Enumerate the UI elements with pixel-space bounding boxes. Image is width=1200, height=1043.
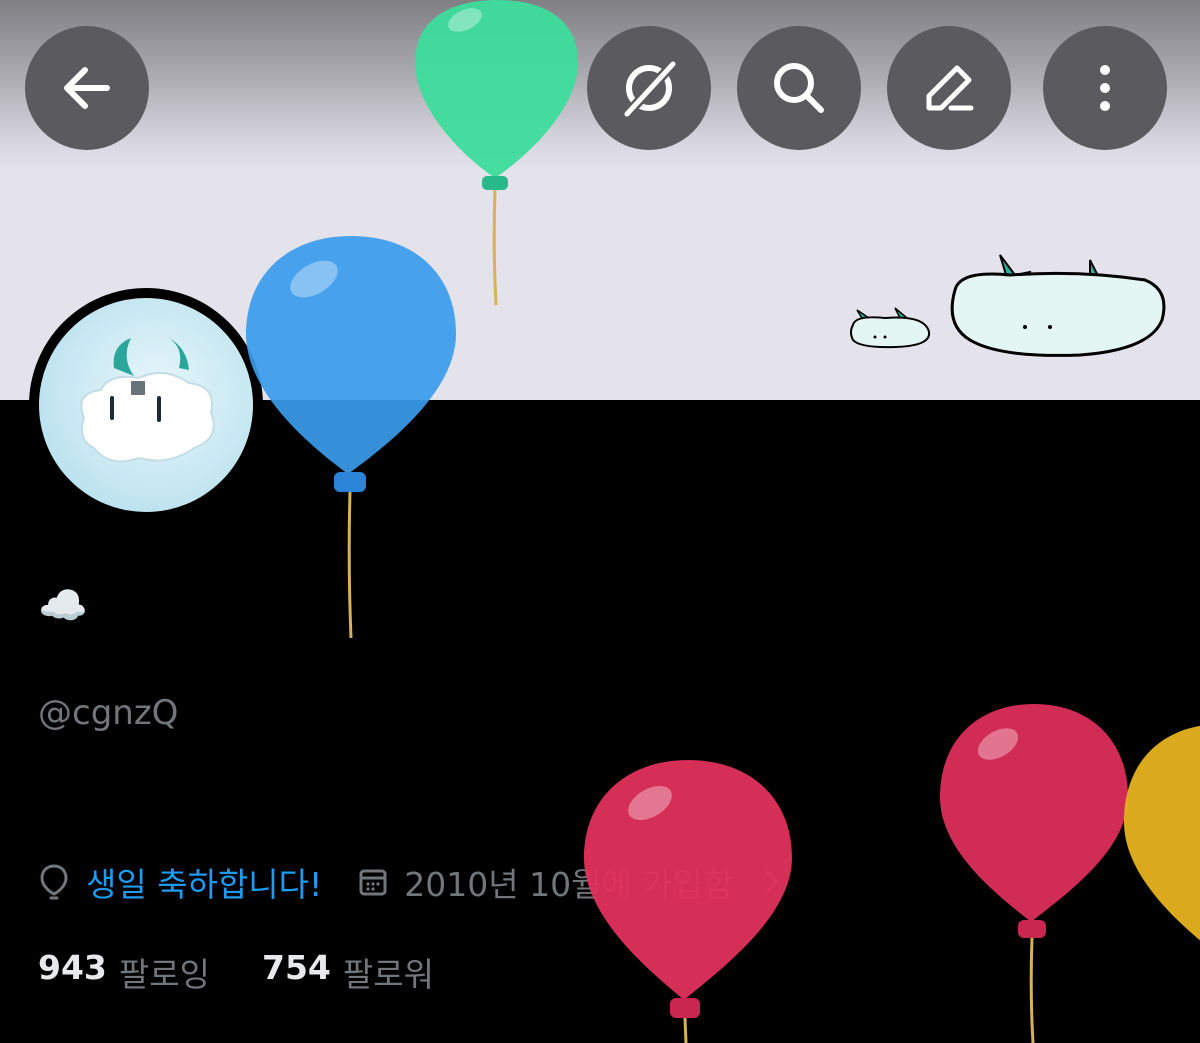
more-options-button[interactable] xyxy=(1043,26,1167,150)
joined-date: 2010년 10월에 가입함 xyxy=(404,865,734,904)
following-link[interactable]: 943 팔로잉 xyxy=(38,948,210,996)
edit-button[interactable] xyxy=(887,26,1011,150)
balloon-yellow xyxy=(1124,724,1200,952)
arrow-left-icon xyxy=(64,67,110,109)
avatar-cloud-character xyxy=(80,338,215,463)
display-name: ☁️ xyxy=(38,583,88,629)
following-label: 팔로잉 xyxy=(118,955,210,994)
avatar-image xyxy=(39,298,253,512)
birthday-link[interactable]: 생일 축하합니다! xyxy=(86,858,322,906)
search-icon xyxy=(774,63,824,113)
profile-avatar[interactable] xyxy=(29,288,263,522)
search-button[interactable] xyxy=(737,26,861,150)
back-button[interactable] xyxy=(25,26,149,150)
grok-slash-icon xyxy=(624,60,677,117)
banner-cloud-drawing-large xyxy=(950,254,1166,357)
user-handle: @cgnzQ xyxy=(38,693,179,733)
profile-meta: 생일 축하합니다! 2010년 10월에 가입함 xyxy=(38,858,785,906)
edit-pencil-icon xyxy=(926,65,974,111)
more-vertical-icon xyxy=(1100,65,1110,111)
calendar-icon xyxy=(359,869,387,896)
balloon-red-right xyxy=(940,704,1128,1043)
chevron-right-icon[interactable] xyxy=(761,867,785,897)
followers-link[interactable]: 754 팔로워 xyxy=(262,948,434,996)
follow-stats: 943 팔로잉 754 팔로워 xyxy=(38,948,434,996)
balloon-icon xyxy=(40,864,68,900)
banner-cloud-drawing-small xyxy=(850,307,931,349)
following-count: 943 xyxy=(38,948,107,987)
grok-button[interactable] xyxy=(587,26,711,150)
followers-label: 팔로워 xyxy=(342,955,434,994)
followers-count: 754 xyxy=(261,948,331,987)
